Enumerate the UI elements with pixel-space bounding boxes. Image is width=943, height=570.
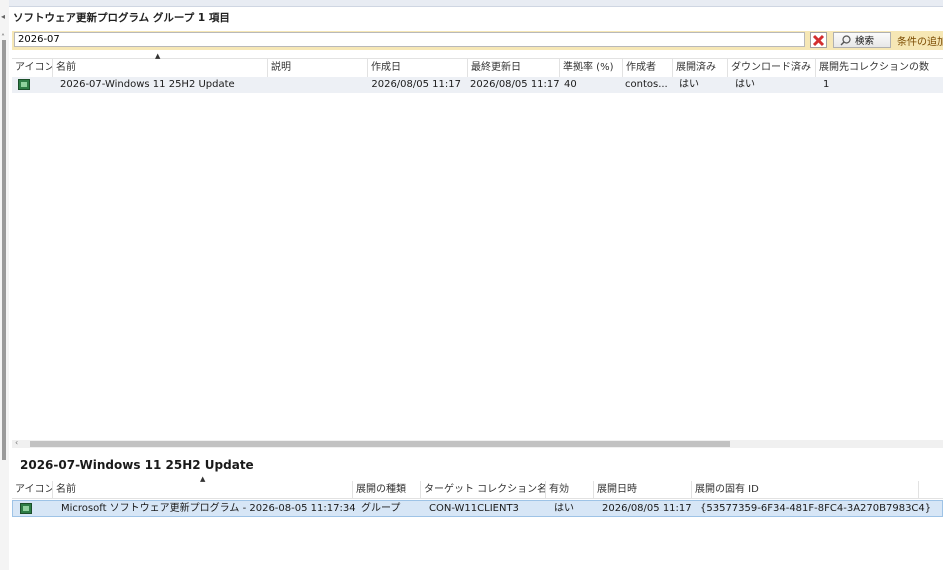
horizontal-scrollbar[interactable]: ‹ <box>12 438 943 448</box>
column-header-deploy-time[interactable]: 展開日時 <box>593 481 691 498</box>
scroll-left-icon[interactable]: ‹ <box>15 438 18 447</box>
column-header-description[interactable]: 説明 <box>267 59 367 77</box>
search-button-label: 検索 <box>855 36 875 47</box>
package-icon <box>18 79 30 90</box>
column-header-collections[interactable]: 展開先コレクションの数 <box>815 59 943 77</box>
row-deployment-id: {53577359-6F34-481F-8FC4-3A270B7983C4} <box>700 503 932 514</box>
column-header-icon[interactable]: アイコン <box>12 59 52 77</box>
left-collapse-rail[interactable]: ◂ ˄ <box>0 0 9 570</box>
row-collections: 1 <box>823 79 830 90</box>
scrollbar-thumb[interactable] <box>30 441 730 447</box>
page-title: ソフトウェア更新プログラム グループ 1 項目 <box>13 12 230 24</box>
search-input[interactable] <box>14 32 805 47</box>
table-row[interactable]: Microsoft ソフトウェア更新プログラム - 2026-08-05 11:… <box>12 500 943 517</box>
main-table-header: ▲ アイコン 名前 説明 作成日 最終更新日 準拠率 (%) 作成者 展開済み … <box>12 52 943 78</box>
column-header-author[interactable]: 作成者 <box>622 59 672 77</box>
column-header-name[interactable]: 名前 <box>52 59 267 77</box>
row-author: contos... <box>625 79 668 90</box>
row-created: 2026/08/05 11:17 <box>371 79 461 90</box>
row-description <box>267 77 367 93</box>
column-header-icon[interactable]: アイコン <box>12 481 52 498</box>
row-modified: 2026/08/05 11:17 <box>470 79 559 90</box>
column-header-name[interactable]: 名前 <box>52 481 352 498</box>
column-header-deployment-id[interactable]: 展開の固有 ID <box>691 481 919 498</box>
row-target-collection: CON-W11CLIENT3 <box>429 503 519 514</box>
collapse-left-icon[interactable]: ◂ <box>1 12 5 21</box>
row-enabled: はい <box>554 503 574 514</box>
magnifier-icon <box>840 34 851 45</box>
row-compliance: 40 <box>564 79 577 90</box>
column-header-compliance[interactable]: 準拠率 (%) <box>559 59 622 77</box>
column-header-created[interactable]: 作成日 <box>367 59 467 77</box>
row-deployed: はい <box>679 79 699 90</box>
add-criteria-link[interactable]: 条件の追加 <box>897 33 943 48</box>
column-header-deployment-type[interactable]: 展開の種類 <box>352 481 420 498</box>
row-downloaded: はい <box>735 79 755 90</box>
table-row[interactable]: 2026-07-Windows 11 25H2 Update 2026/08/0… <box>12 77 943 93</box>
column-header-modified[interactable]: 最終更新日 <box>467 59 559 77</box>
column-header-deployed[interactable]: 展開済み <box>672 59 727 77</box>
row-deployment-type: グループ <box>361 503 401 514</box>
search-bar: 検索 条件の追加 <box>12 31 943 50</box>
rail-scrollbar[interactable] <box>2 40 6 460</box>
package-icon <box>20 503 32 514</box>
row-deploy-time: 2026/08/05 11:17 <box>602 503 692 514</box>
close-icon <box>812 33 825 47</box>
row-name: Microsoft ソフトウェア更新プログラム - 2026-08-05 11:… <box>61 503 358 514</box>
column-header-enabled[interactable]: 有効 <box>545 481 593 498</box>
clear-search-button[interactable] <box>810 32 827 48</box>
top-strip <box>0 0 943 7</box>
row-name: 2026-07-Windows 11 25H2 Update <box>60 79 235 90</box>
detail-table-header: ▲ アイコン 名前 展開の種類 ターゲット コレクション名 有効 展開日時 展開… <box>12 475 943 499</box>
column-header-downloaded[interactable]: ダウンロード済み <box>727 59 815 77</box>
column-header-target-collection[interactable]: ターゲット コレクション名 <box>420 481 545 498</box>
detail-title: 2026-07-Windows 11 25H2 Update <box>20 458 254 472</box>
search-button[interactable]: 検索 <box>833 32 891 48</box>
